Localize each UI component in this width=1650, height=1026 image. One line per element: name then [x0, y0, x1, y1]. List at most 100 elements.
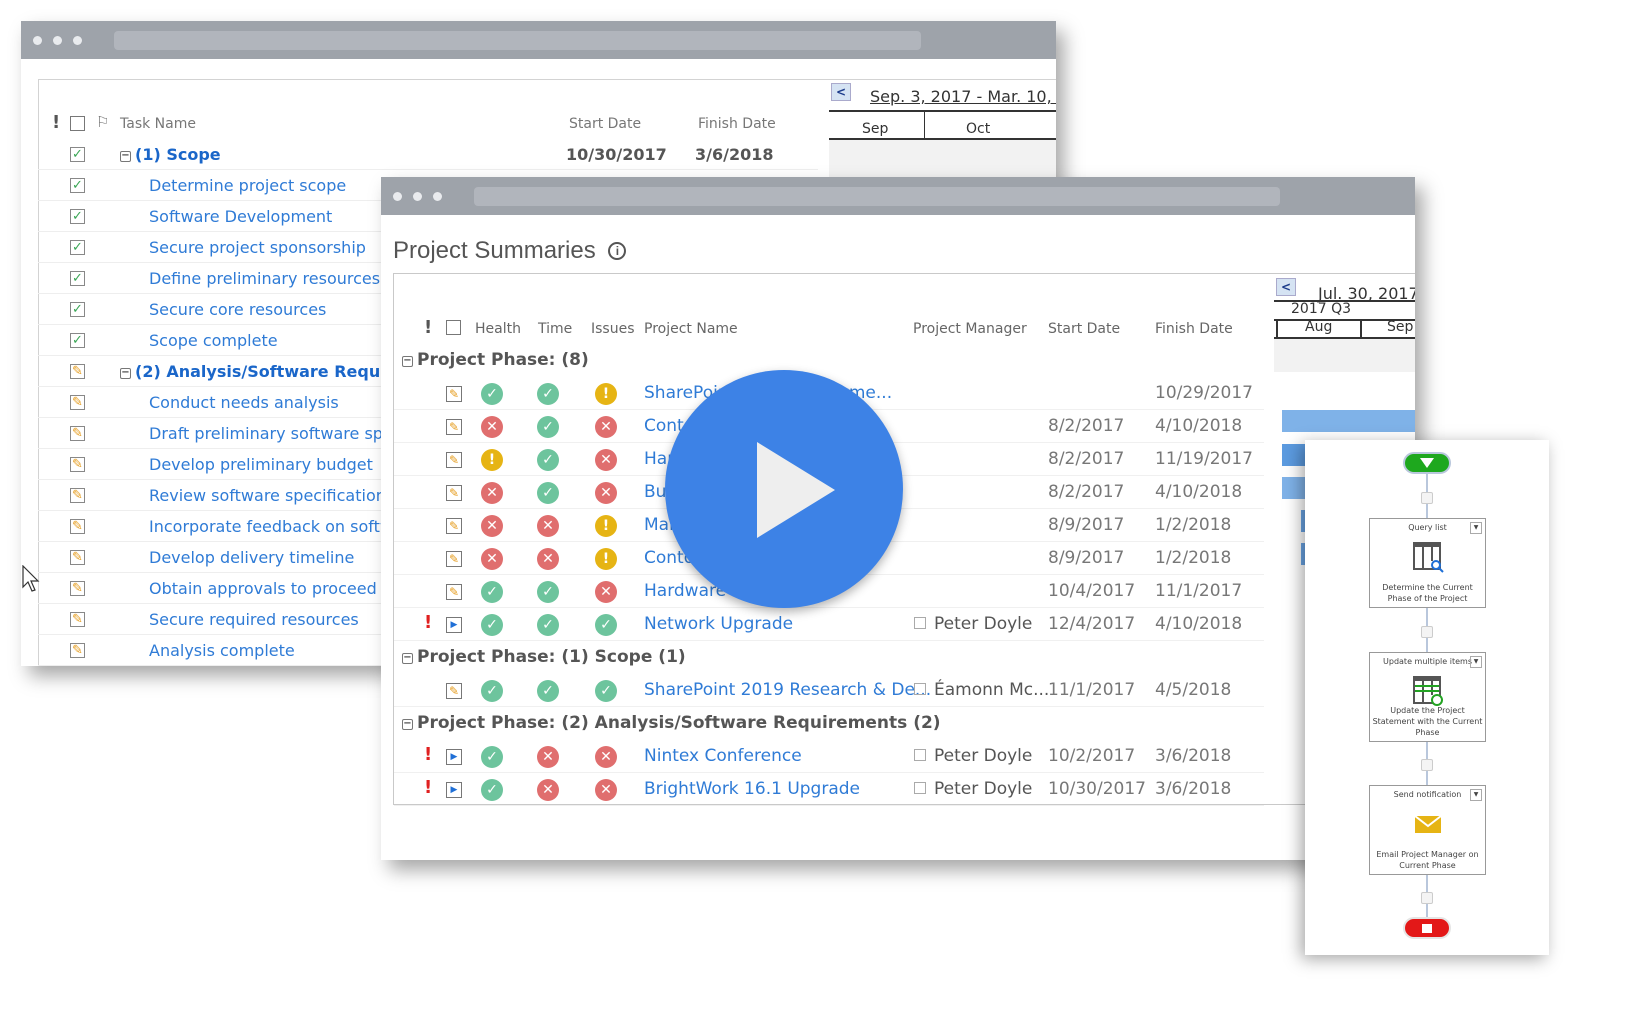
task-edit-icon[interactable]: ✎: [70, 457, 85, 472]
task-edit-icon[interactable]: ✎: [70, 364, 85, 379]
task-edit-icon[interactable]: ✎: [70, 550, 85, 565]
project-edit-icon[interactable]: ✎: [446, 551, 462, 567]
project-name-link[interactable]: SharePoint 2019 Research & De...: [644, 680, 931, 700]
group-header[interactable]: − Project Phase: (1) Scope (1): [394, 641, 1264, 674]
presence-checkbox[interactable]: [914, 749, 926, 761]
task-name[interactable]: Incorporate feedback on softwa: [149, 517, 403, 536]
task-complete-checkbox[interactable]: ✓: [70, 302, 85, 317]
health-status-ok-icon: ✓: [481, 779, 503, 801]
task-name[interactable]: Analysis complete: [149, 641, 295, 660]
health-header[interactable]: Health: [475, 321, 521, 337]
task-edit-icon[interactable]: ✎: [70, 426, 85, 441]
workflow-connector[interactable]: [1421, 759, 1433, 771]
task-summary-name[interactable]: − (1) Scope: [120, 145, 221, 164]
finish-date-header[interactable]: Finish Date: [698, 116, 776, 132]
select-all-checkbox[interactable]: [446, 320, 461, 335]
node-menu-dropdown[interactable]: ▼: [1470, 789, 1482, 801]
task-edit-icon[interactable]: ✎: [70, 581, 85, 596]
workflow-connector[interactable]: [1421, 892, 1433, 904]
workflow-action-node[interactable]: Send notification ▼ Email Project Manager …: [1369, 785, 1486, 875]
select-all-checkbox[interactable]: [70, 116, 85, 131]
project-manager-header[interactable]: Project Manager: [913, 321, 1027, 337]
workflow-start-node[interactable]: [1403, 452, 1451, 474]
task-name-header[interactable]: Task Name: [120, 116, 196, 132]
task-name[interactable]: Software Development: [149, 207, 332, 226]
task-summary-name[interactable]: − (2) Analysis/Software Requirem: [120, 362, 421, 381]
workflow-end-node[interactable]: [1403, 917, 1451, 939]
workflow-connector[interactable]: [1421, 626, 1433, 638]
time-header[interactable]: Time: [538, 321, 572, 337]
task-complete-checkbox[interactable]: ✓: [70, 178, 85, 193]
task-edit-icon[interactable]: ✎: [70, 612, 85, 627]
task-edit-icon[interactable]: ✎: [70, 519, 85, 534]
workflow-action-node[interactable]: Update multiple items ▼ Update the Project…: [1369, 652, 1486, 742]
group-header[interactable]: − Project Phase: (8): [394, 344, 1264, 377]
project-edit-icon[interactable]: ✎: [446, 584, 462, 600]
task-complete-checkbox[interactable]: ✓: [70, 240, 85, 255]
project-row[interactable]: ! ▶ ✓ ✕ ✕ Nintex Conference Peter Doyle 10/2/20…: [394, 740, 1264, 773]
timeline-prev-button[interactable]: <: [831, 83, 851, 101]
collapse-icon[interactable]: −: [402, 719, 413, 730]
gantt-bar[interactable]: [1282, 410, 1415, 432]
project-edit-icon[interactable]: ✎: [446, 452, 462, 468]
project-edit-icon[interactable]: ✎: [446, 386, 462, 402]
task-name[interactable]: Draft preliminary software spec: [149, 424, 402, 443]
task-edit-icon[interactable]: ✎: [70, 395, 85, 410]
collapse-icon[interactable]: −: [120, 368, 131, 379]
task-complete-checkbox[interactable]: ✓: [70, 271, 85, 286]
group-header[interactable]: − Project Phase: (2) Analysis/Software Re…: [394, 707, 1264, 740]
node-menu-dropdown[interactable]: ▼: [1470, 522, 1482, 534]
collapse-icon[interactable]: −: [402, 653, 413, 664]
task-name[interactable]: Determine project scope: [149, 176, 346, 195]
task-name[interactable]: Develop preliminary budget: [149, 455, 373, 474]
project-row[interactable]: ✎ ✓ ✓ ✓ SharePoint 2019 Research & De... Éamo…: [394, 674, 1264, 707]
timeline-prev-button[interactable]: <: [1276, 278, 1296, 296]
task-complete-checkbox[interactable]: ✓: [70, 333, 85, 348]
project-play-icon[interactable]: ▶: [446, 749, 462, 765]
task-name[interactable]: Secure required resources: [149, 610, 359, 629]
finish-date-header[interactable]: Finish Date: [1155, 321, 1233, 337]
task-name[interactable]: Secure core resources: [149, 300, 326, 319]
timeline-range: Sep. 3, 2017 - Mar. 10, 2: [870, 87, 1056, 106]
project-play-icon[interactable]: ▶: [446, 782, 462, 798]
task-row[interactable]: ✓ − (1) Scope 10/30/2017 3/6/2018: [38, 139, 818, 170]
presence-checkbox[interactable]: [914, 617, 926, 629]
presence-checkbox[interactable]: [914, 782, 926, 794]
issues-header[interactable]: Issues: [591, 321, 635, 337]
task-name[interactable]: Obtain approvals to proceed (c: [149, 579, 397, 598]
node-menu-dropdown[interactable]: ▼: [1470, 656, 1482, 668]
project-edit-icon[interactable]: ✎: [446, 683, 462, 699]
task-name[interactable]: Develop delivery timeline: [149, 548, 354, 567]
collapse-icon[interactable]: −: [120, 151, 131, 162]
project-row[interactable]: ! ▶ ✓ ✓ ✓ Network Upgrade Peter Doyle 12/4/2017…: [394, 608, 1264, 641]
address-bar[interactable]: [474, 187, 1280, 206]
project-name-link[interactable]: Network Upgrade: [644, 614, 793, 634]
project-name-link[interactable]: Nintex Conference: [644, 746, 802, 766]
task-complete-checkbox[interactable]: ✓: [70, 209, 85, 224]
task-name[interactable]: Define preliminary resources: [149, 269, 380, 288]
play-video-button[interactable]: [665, 370, 903, 608]
project-finish-date: 4/10/2018: [1155, 482, 1243, 502]
task-edit-icon[interactable]: ✎: [70, 488, 85, 503]
task-complete-checkbox[interactable]: ✓: [70, 147, 85, 162]
project-row[interactable]: ! ▶ ✓ ✕ ✕ BrightWork 16.1 Upgrade Peter Doyle 1…: [394, 773, 1264, 806]
project-edit-icon[interactable]: ✎: [446, 518, 462, 534]
task-name[interactable]: Review software specifications/: [149, 486, 400, 505]
workflow-action-node[interactable]: Query list ▼ Determine the Current Phase o…: [1369, 518, 1486, 608]
task-edit-icon[interactable]: ✎: [70, 643, 85, 658]
task-name[interactable]: Scope complete: [149, 331, 278, 350]
collapse-icon[interactable]: −: [402, 356, 413, 367]
task-name[interactable]: Secure project sponsorship: [149, 238, 366, 257]
project-name-header[interactable]: Project Name: [644, 321, 738, 337]
start-date-header[interactable]: Start Date: [1048, 321, 1120, 337]
start-date-header[interactable]: Start Date: [569, 116, 641, 132]
project-name-link[interactable]: BrightWork 16.1 Upgrade: [644, 779, 860, 799]
project-edit-icon[interactable]: ✎: [446, 485, 462, 501]
address-bar[interactable]: [114, 31, 921, 50]
workflow-connector[interactable]: [1421, 492, 1433, 504]
project-play-icon[interactable]: ▶: [446, 617, 462, 633]
presence-checkbox[interactable]: [914, 683, 926, 695]
task-name[interactable]: Conduct needs analysis: [149, 393, 339, 412]
project-edit-icon[interactable]: ✎: [446, 419, 462, 435]
info-icon[interactable]: i: [608, 242, 627, 260]
